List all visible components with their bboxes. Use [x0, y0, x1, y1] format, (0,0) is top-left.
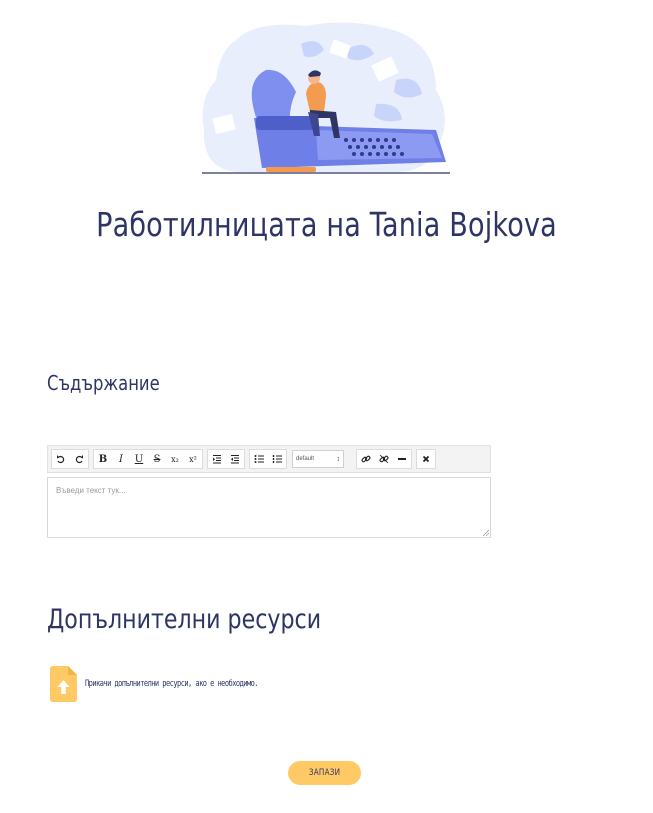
underline-button[interactable]: U [130, 450, 148, 468]
italic-button[interactable]: I [112, 450, 130, 468]
bold-button[interactable]: B [94, 450, 112, 468]
clear-group [416, 449, 436, 469]
content-editor[interactable]: Въведи текст тук... [47, 477, 491, 538]
save-button-label: ЗАПАЗИ [308, 768, 341, 778]
select-arrows-icon: ↕ [336, 455, 341, 463]
redo-icon[interactable] [70, 450, 88, 468]
link-group [356, 449, 412, 469]
numbered-list-icon[interactable] [268, 450, 286, 468]
unlink-icon[interactable] [375, 450, 393, 468]
superscript-button[interactable]: x² [184, 450, 202, 468]
format-group: B I U S x₂ x² [93, 449, 203, 469]
editor-placeholder: Въведи текст тук... [56, 486, 126, 495]
attach-resources-row[interactable]: Прикачи допълнителни ресурси, ако е необ… [50, 666, 307, 702]
bullet-list-icon[interactable] [250, 450, 268, 468]
editor-toolbar: B I U S x₂ x² default ↕ [47, 445, 491, 473]
horizontal-rule-icon[interactable] [393, 450, 411, 468]
content-section-title: Съдържание [47, 371, 160, 395]
file-upload-icon[interactable] [50, 666, 77, 702]
undo-icon[interactable] [52, 450, 70, 468]
attach-resources-text: Прикачи допълнителни ресурси, ако е необ… [85, 679, 259, 689]
page-title: Работилницата на Tania Bojkova [96, 205, 557, 244]
save-button[interactable]: ЗАПАЗИ [288, 761, 361, 785]
history-group [51, 449, 89, 469]
hero-illustration [202, 22, 450, 174]
clear-format-icon[interactable] [417, 450, 435, 468]
font-size-select[interactable]: default ↕ [292, 450, 344, 468]
resize-grip-icon[interactable] [483, 530, 489, 536]
font-size-select-value: default [296, 456, 315, 462]
strikethrough-button[interactable]: S [148, 450, 166, 468]
resources-section-title: Допълнителни ресурси [47, 604, 322, 635]
indent-group [207, 449, 245, 469]
indent-icon[interactable] [208, 450, 226, 468]
outdent-icon[interactable] [226, 450, 244, 468]
list-group [249, 449, 287, 469]
subscript-button[interactable]: x₂ [166, 450, 184, 468]
link-icon[interactable] [357, 450, 375, 468]
